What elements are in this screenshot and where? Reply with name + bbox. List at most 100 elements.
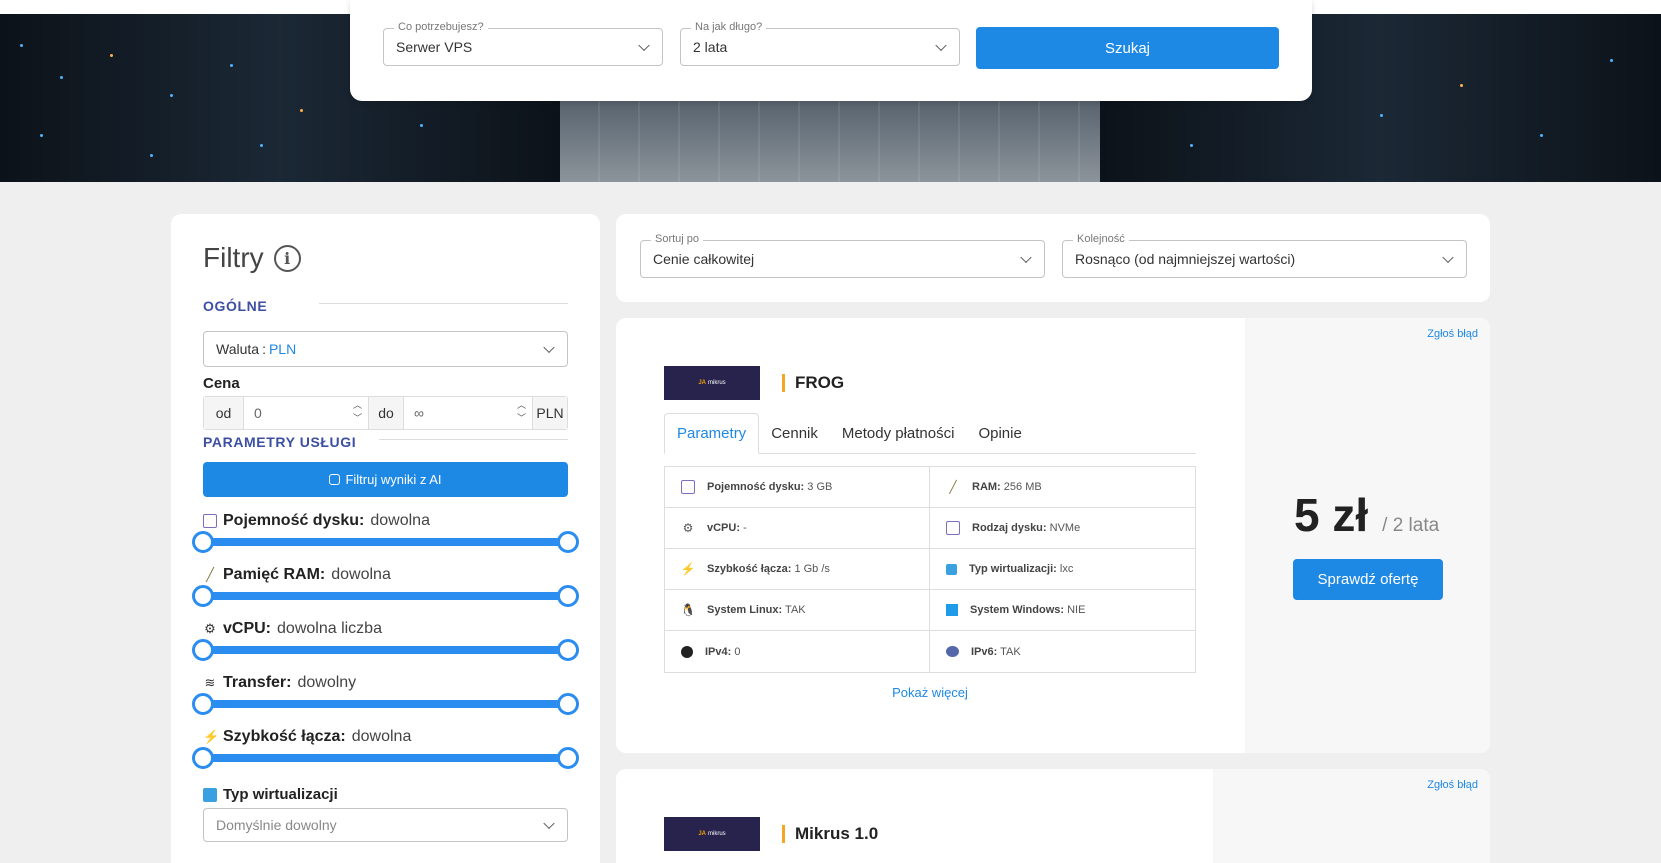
vcpu-slider[interactable] — [192, 639, 579, 661]
link-speed-slider[interactable] — [192, 747, 579, 769]
slider-label: vCPU: — [223, 620, 272, 637]
search-button[interactable]: Szukaj — [976, 27, 1279, 69]
ram-icon: ╱ — [949, 480, 957, 494]
divider — [379, 439, 568, 440]
price-from-label: od — [204, 397, 244, 429]
slider-min-handle[interactable] — [192, 639, 214, 661]
slider-value: dowolna — [370, 512, 430, 529]
report-error-link[interactable]: Zgłoś błąd — [1427, 779, 1478, 791]
slider-value: dowolna liczba — [277, 620, 382, 637]
ram-slider[interactable] — [192, 585, 579, 607]
param-value: NVMe — [1049, 522, 1081, 534]
param-value: 256 MB — [1003, 481, 1042, 493]
spinner-icon[interactable]: ︿ ﹀ — [517, 399, 526, 425]
transfer-slider[interactable] — [192, 693, 579, 715]
param-label: System Windows: — [970, 604, 1065, 616]
info-icon[interactable]: i — [273, 244, 301, 272]
param-cell: IPv4: 0 — [665, 631, 930, 672]
sort-select[interactable]: Sortuj po Cenie całkowitej — [640, 233, 1045, 278]
duration-label: Na jak długo? — [691, 21, 767, 33]
tab-parameters[interactable]: Parametry — [664, 413, 760, 454]
param-label: System Linux: — [707, 604, 783, 616]
cube-icon — [203, 787, 217, 802]
linux-icon: 🐧 — [680, 603, 696, 617]
show-more-link[interactable]: Pokaż więcej — [616, 685, 1244, 700]
slider-min-handle[interactable] — [192, 747, 214, 769]
slider-min-handle[interactable] — [192, 585, 214, 607]
currency-select[interactable]: Waluta : PLN — [203, 331, 568, 367]
virt-select[interactable]: Domyślnie dowolny — [203, 808, 568, 842]
param-text: vCPU: - — [707, 522, 747, 534]
param-value: lxc — [1059, 563, 1074, 575]
tab-reviews[interactable]: Opinie — [966, 413, 1033, 453]
param-text: Rodzaj dysku: NVMe — [972, 522, 1080, 534]
ai-filter-button[interactable]: Filtruj wyniki z AI — [203, 462, 568, 497]
slider-link-speed: ⚡ Szybkość łącza: dowolna — [203, 728, 411, 746]
offer-logo: JA mikrus — [664, 366, 760, 400]
disk-slider[interactable] — [192, 531, 579, 553]
param-value: TAK — [1000, 645, 1021, 658]
need-label: Co potrzebujesz? — [394, 21, 488, 33]
filters-panel: Filtry i OGÓLNE Waluta : PLN Cena od 0 ︿… — [171, 214, 600, 863]
price-to-value: ∞ — [414, 405, 424, 421]
slider-disk: Pojemność dysku: dowolna — [203, 512, 430, 530]
windows-icon — [946, 604, 958, 616]
currency-value: PLN — [268, 341, 297, 357]
sort-value: Cenie całkowitej — [653, 251, 755, 267]
price-to-label: do — [368, 397, 404, 429]
spinner-icon[interactable]: ︿ ﹀ — [353, 399, 362, 425]
slider-min-handle[interactable] — [192, 693, 214, 715]
params-table: Pojemność dysku: 3 GB ╱ RAM: 256 MB ⚙ vCPU… — [664, 466, 1196, 673]
param-cell: Typ wirtualizacji: lxc — [930, 549, 1195, 590]
report-error-link[interactable]: Zgłoś błąd — [1427, 328, 1478, 340]
ram-icon: ╱ — [206, 567, 214, 582]
logo-mark: JA — [698, 380, 706, 386]
duration-value: 2 lata — [693, 39, 728, 55]
offer-logo: JA mikrus — [664, 817, 760, 851]
param-value: 1 Gb /s — [794, 563, 830, 575]
offer-price: 5 zł / 2 lata — [1294, 488, 1439, 542]
slider-max-handle[interactable] — [557, 531, 579, 553]
tab-payment-methods[interactable]: Metody płatności — [830, 413, 967, 453]
slider-max-handle[interactable] — [557, 585, 579, 607]
param-value: NIE — [1067, 604, 1086, 616]
search-card: Co potrzebujesz? Serwer VPS Na jak długo… — [350, 0, 1312, 101]
ipv6-icon — [946, 646, 959, 657]
offer-name[interactable]: FROG — [782, 374, 844, 392]
price-to-input[interactable]: ∞ ︿ ﹀ — [404, 397, 532, 429]
currency-colon: : — [262, 341, 266, 357]
price-amount: 5 zł — [1294, 489, 1369, 541]
disk-type-icon — [946, 521, 960, 535]
slider-value: dowolna — [331, 566, 391, 583]
check-offer-button[interactable]: Sprawdź ofertę — [1293, 559, 1443, 600]
params-heading: PARAMETRY USŁUGI — [203, 434, 357, 450]
price-range: od 0 ︿ ﹀ do ∞ ︿ ﹀ PLN — [203, 396, 568, 430]
param-label: IPv4: — [705, 645, 732, 658]
tab-pricing[interactable]: Cennik — [759, 413, 830, 453]
slider-min-handle[interactable] — [192, 531, 214, 553]
cpu-icon: ⚙ — [682, 521, 694, 535]
slider-ram: ╱ Pamięć RAM: dowolna — [203, 566, 391, 584]
param-text: RAM: 256 MB — [972, 481, 1042, 493]
slider-max-handle[interactable] — [557, 747, 579, 769]
param-label: RAM: — [972, 481, 1001, 493]
offer-name[interactable]: Mikrus 1.0 — [782, 825, 878, 843]
slider-max-handle[interactable] — [557, 639, 579, 661]
disk-icon — [203, 514, 217, 528]
price-from-input[interactable]: 0 ︿ ﹀ — [244, 397, 368, 429]
param-label: vCPU: — [707, 522, 741, 534]
chevron-down-icon — [1442, 251, 1454, 264]
param-value: TAK — [785, 604, 806, 616]
order-label: Kolejność — [1073, 233, 1129, 245]
need-select[interactable]: Co potrzebujesz? Serwer VPS — [383, 21, 663, 66]
duration-select[interactable]: Na jak długo? 2 lata — [680, 21, 960, 66]
param-cell: IPv6: TAK — [930, 631, 1195, 672]
slider-max-handle[interactable] — [557, 693, 579, 715]
virt-label: Typ wirtualizacji — [223, 786, 338, 803]
param-cell: 🐧 System Linux: TAK — [665, 590, 930, 631]
order-select[interactable]: Kolejność Rosnąco (od najmniejszej warto… — [1062, 233, 1467, 278]
chevron-down-icon — [935, 39, 947, 52]
param-value: 3 GB — [807, 481, 833, 493]
param-text: Typ wirtualizacji: lxc — [969, 563, 1073, 575]
need-value: Serwer VPS — [396, 39, 473, 55]
